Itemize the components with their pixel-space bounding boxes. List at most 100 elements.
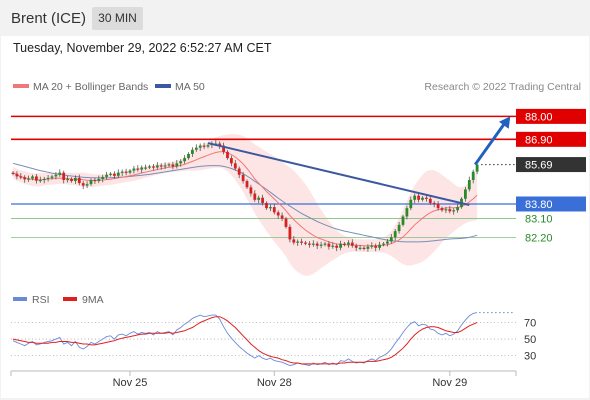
candle-body bbox=[237, 168, 241, 175]
candle-body bbox=[27, 178, 30, 180]
rsi-tick-70: 70 bbox=[524, 318, 536, 330]
candle-body bbox=[179, 161, 183, 164]
rsi-ma-legend-swatch bbox=[63, 297, 77, 301]
candle-body bbox=[257, 197, 261, 200]
candle-body bbox=[397, 224, 401, 232]
level-label-88.00: 88.00 bbox=[525, 111, 553, 123]
bollinger-band bbox=[13, 134, 478, 276]
candle-body bbox=[456, 207, 459, 211]
candle-body bbox=[366, 246, 370, 249]
candle-body bbox=[276, 212, 280, 216]
candle-body bbox=[358, 247, 362, 249]
candle-body bbox=[233, 163, 237, 169]
candle-body bbox=[292, 239, 296, 243]
candle-body bbox=[288, 226, 292, 240]
candle-body bbox=[471, 171, 475, 180]
candle-body bbox=[327, 243, 331, 247]
time-axis: Nov 25 Nov 28 Nov 29 bbox=[10, 371, 517, 389]
candle-body bbox=[50, 176, 54, 178]
candle-body bbox=[343, 243, 346, 245]
candle-body bbox=[194, 147, 198, 150]
candle-body bbox=[401, 216, 405, 225]
candle-body bbox=[105, 174, 108, 177]
candle-body bbox=[339, 243, 342, 248]
candle-body bbox=[253, 193, 257, 200]
candle-body bbox=[66, 178, 69, 181]
ma50-legend-swatch bbox=[155, 84, 171, 88]
candle-body bbox=[183, 158, 186, 162]
candle-body bbox=[62, 172, 66, 180]
candle-body bbox=[300, 241, 303, 243]
candle-body bbox=[370, 245, 374, 247]
candle-body bbox=[382, 243, 385, 245]
candle-body bbox=[409, 199, 413, 209]
candle-body bbox=[241, 174, 245, 182]
candle-body bbox=[155, 165, 159, 168]
candle-body bbox=[109, 173, 112, 175]
candle-body bbox=[198, 145, 202, 148]
level-label-83.80: 83.80 bbox=[525, 199, 553, 211]
candle-body bbox=[444, 209, 448, 211]
candle-body bbox=[31, 176, 34, 179]
candle-body bbox=[374, 245, 378, 248]
candle-body bbox=[272, 207, 276, 213]
candle-body bbox=[163, 165, 167, 167]
candle-body bbox=[140, 167, 144, 170]
candle-body bbox=[116, 172, 120, 176]
candle-body bbox=[85, 184, 89, 186]
candle-body bbox=[226, 151, 229, 159]
candle-body bbox=[311, 243, 315, 245]
candle-body bbox=[159, 165, 163, 167]
candle-body bbox=[202, 145, 206, 147]
price-chart: MA 20 + Bollinger Bands MA 50 Research ©… bbox=[10, 81, 586, 389]
candle-body bbox=[81, 183, 85, 186]
candle-body bbox=[70, 178, 73, 182]
candle-body bbox=[97, 178, 101, 182]
candle-body bbox=[386, 241, 389, 244]
candle-body bbox=[46, 177, 50, 180]
level-label-82.20: 82.20 bbox=[525, 232, 553, 244]
candle-body bbox=[124, 171, 128, 173]
candle-body bbox=[436, 203, 440, 209]
candle-body bbox=[148, 166, 151, 168]
candle-body bbox=[187, 153, 190, 159]
candle-body bbox=[93, 180, 97, 182]
candle-body bbox=[475, 164, 479, 172]
candle-body bbox=[206, 145, 210, 147]
time-tick-label: Nov 28 bbox=[257, 377, 292, 389]
candle-body bbox=[132, 168, 136, 171]
candle-body bbox=[74, 177, 77, 182]
candle-body bbox=[304, 242, 307, 244]
ma50-legend-label: MA 50 bbox=[175, 81, 205, 93]
rsi-ma-line bbox=[12, 316, 478, 365]
level-label-85.69: 85.69 bbox=[525, 160, 553, 172]
candle-body bbox=[171, 164, 175, 167]
candle-body bbox=[19, 176, 23, 178]
candle-body bbox=[38, 180, 42, 182]
level-label-83.10: 83.10 bbox=[525, 214, 553, 226]
candle-body bbox=[261, 197, 264, 203]
candle-body bbox=[417, 195, 420, 200]
candle-body bbox=[452, 210, 456, 212]
candle-body bbox=[319, 244, 323, 246]
candle-body bbox=[136, 168, 140, 170]
candle-body bbox=[296, 241, 300, 243]
candle-body bbox=[467, 180, 471, 190]
candle-body bbox=[152, 166, 155, 168]
candle-body bbox=[378, 244, 381, 248]
ma20-legend-label: MA 20 + Bollinger Bands bbox=[33, 81, 148, 93]
candle-body bbox=[354, 245, 358, 248]
candle-body bbox=[120, 171, 124, 173]
candle-body bbox=[315, 243, 319, 246]
candle-body bbox=[425, 197, 428, 199]
candle-body bbox=[350, 242, 354, 246]
candle-body bbox=[413, 195, 417, 200]
candle-body bbox=[249, 187, 253, 194]
projection-arrow-shaft bbox=[473, 121, 507, 166]
candle-body bbox=[42, 178, 46, 181]
candle-body bbox=[35, 176, 38, 181]
candle-body bbox=[428, 198, 432, 203]
credit-text: Research © 2022 Trading Central bbox=[424, 81, 581, 93]
candle-body bbox=[265, 202, 268, 209]
candle-body bbox=[269, 207, 272, 209]
